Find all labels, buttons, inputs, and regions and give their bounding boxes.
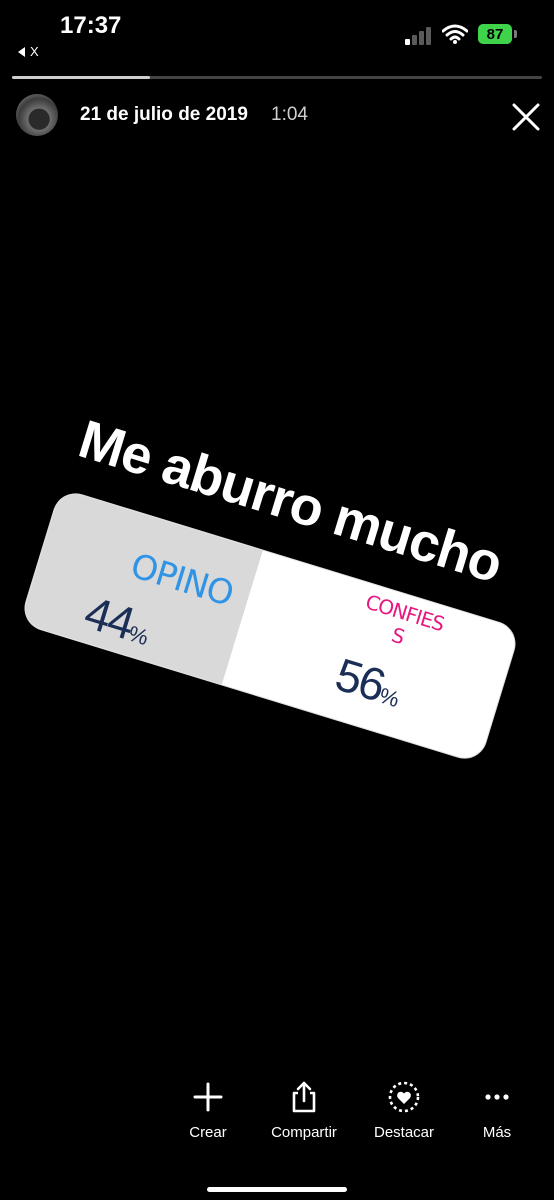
more-button[interactable]: Más <box>442 1080 552 1141</box>
story-action-bar: Crear Compartir Destacar Más <box>0 1080 554 1160</box>
create-button[interactable]: Crear <box>153 1080 263 1141</box>
story-time: 1:04 <box>271 104 308 125</box>
battery-tip <box>514 30 517 38</box>
home-indicator[interactable] <box>207 1187 347 1192</box>
plus-icon <box>193 1082 223 1112</box>
back-app-label: X <box>30 44 39 59</box>
story-progress-fill <box>12 76 150 79</box>
more-icon <box>485 1094 509 1100</box>
story-date: 21 de julio de 2019 <box>80 104 248 125</box>
battery-level: 87 <box>486 25 504 43</box>
more-button-label: Más <box>482 1124 512 1141</box>
highlight-heart-icon <box>388 1081 420 1113</box>
share-icon <box>292 1081 316 1113</box>
status-time: 17:37 <box>60 12 122 39</box>
poll-option-2-percent: 56% <box>329 647 409 718</box>
avatar[interactable] <box>16 94 58 136</box>
share-button-label: Compartir <box>271 1124 337 1141</box>
cellular-signal-icon <box>405 27 431 45</box>
battery-indicator: 87 <box>478 24 512 44</box>
status-bar: 17:37 X 87 <box>0 0 554 70</box>
back-to-app-link[interactable]: X <box>18 44 39 59</box>
wifi-icon <box>442 24 468 44</box>
create-button-label: Crear <box>189 1124 227 1141</box>
close-icon[interactable] <box>506 97 546 137</box>
back-triangle-icon <box>18 46 25 57</box>
share-button[interactable]: Compartir <box>249 1080 359 1141</box>
story-progress-bar <box>12 76 542 79</box>
